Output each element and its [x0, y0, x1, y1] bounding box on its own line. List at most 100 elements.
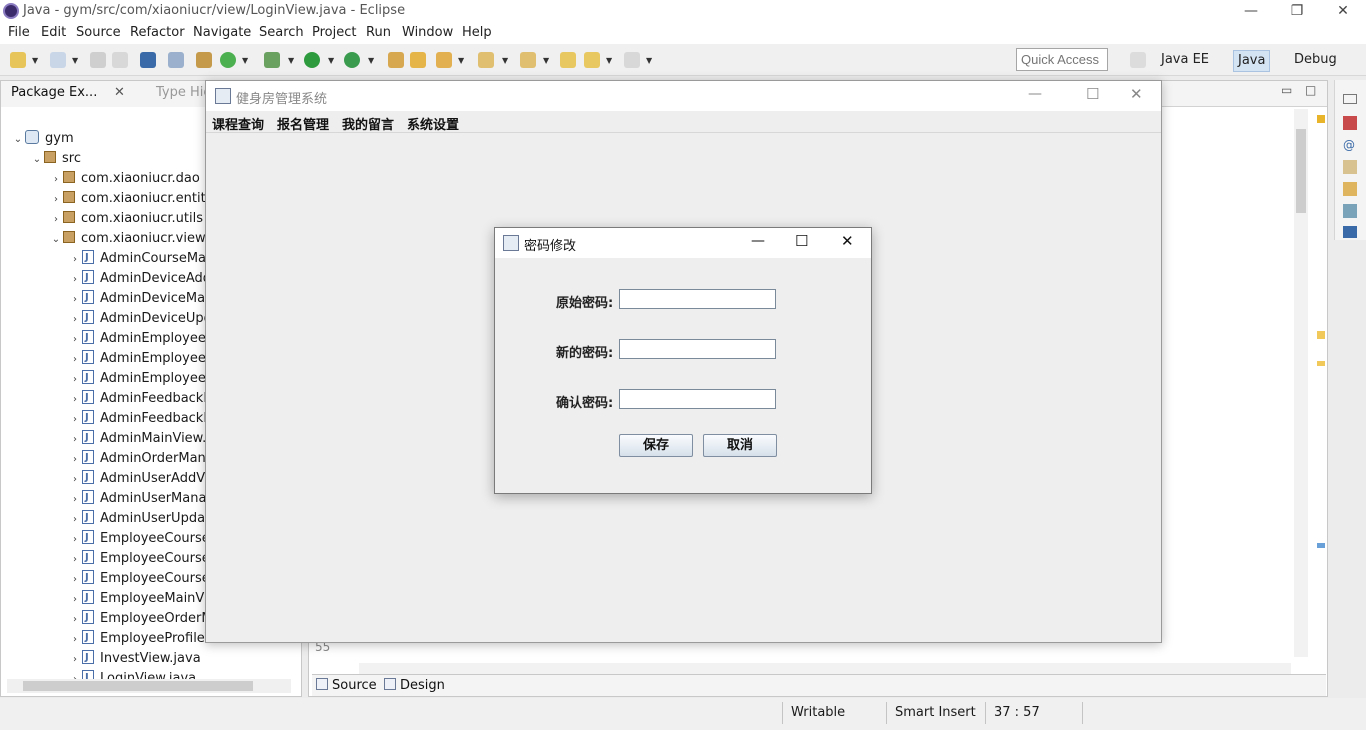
- expand-icon[interactable]: ›: [49, 190, 63, 210]
- tree-file[interactable]: › EmployeeCourse: [68, 528, 210, 550]
- tab-source[interactable]: Source: [316, 678, 377, 693]
- expand-icon[interactable]: ›: [49, 210, 63, 230]
- minimize-view-icon[interactable]: ▭: [1281, 83, 1292, 97]
- tree-file[interactable]: › AdminUserManag: [68, 488, 215, 510]
- tree-file[interactable]: › AdminFeedbackM: [68, 388, 215, 410]
- tree-file[interactable]: › AdminEmployeeU: [68, 368, 215, 389]
- expand-icon[interactable]: ›: [68, 350, 82, 370]
- tree-file[interactable]: › AdminEmployeeA: [68, 328, 215, 350]
- back-dropdown-icon[interactable]: ▼: [606, 56, 612, 65]
- vertical-scrollbar[interactable]: [1294, 109, 1308, 657]
- perspective-debug[interactable]: Debug: [1290, 50, 1341, 72]
- expand-icon[interactable]: ›: [68, 470, 82, 490]
- forward-icon[interactable]: [624, 52, 640, 68]
- external-tools-icon[interactable]: [344, 52, 360, 68]
- expand-icon[interactable]: ›: [68, 550, 82, 570]
- expand-icon[interactable]: ›: [68, 530, 82, 550]
- new-project-icon[interactable]: [50, 52, 66, 68]
- last-edit-icon[interactable]: [560, 52, 576, 68]
- next-annotation-icon[interactable]: [478, 52, 494, 68]
- project-dropdown-icon[interactable]: ▼: [72, 56, 78, 65]
- expand-icon[interactable]: ›: [68, 510, 82, 530]
- save-button[interactable]: 保存: [619, 434, 693, 457]
- back-icon[interactable]: [584, 52, 600, 68]
- menu-source[interactable]: Source: [76, 25, 121, 40]
- tools-dropdown-icon[interactable]: ▼: [368, 56, 374, 65]
- javadoc-icon[interactable]: @: [1343, 138, 1357, 152]
- tree-project[interactable]: ⌄ gym: [11, 129, 74, 149]
- tree-file[interactable]: › AdminDeviceAdd: [68, 268, 211, 289]
- quick-access-input[interactable]: [1016, 48, 1108, 71]
- tree-file[interactable]: › AdminUserUpdat: [68, 508, 210, 530]
- problems-icon[interactable]: [1343, 116, 1357, 130]
- expand-icon[interactable]: ›: [68, 590, 82, 610]
- pen-icon[interactable]: [436, 52, 452, 68]
- menu-search[interactable]: Search: [259, 25, 304, 40]
- tree-file[interactable]: › EmployeeCourse: [68, 548, 210, 570]
- tree-file[interactable]: › AdminOrderMan: [68, 448, 206, 469]
- overview-marker[interactable]: [1317, 115, 1325, 123]
- tree-file[interactable]: › AdminCourseMan: [68, 248, 214, 270]
- tree-file[interactable]: › AdminEmployeeM: [68, 348, 217, 370]
- gym-minimize-button[interactable]: —: [1028, 86, 1042, 102]
- tab-package-explorer[interactable]: Package Ex...: [11, 85, 97, 100]
- expand-icon[interactable]: ›: [68, 610, 82, 630]
- maximize-view-icon[interactable]: □: [1305, 83, 1316, 97]
- menu-project[interactable]: Project: [312, 25, 356, 40]
- expand-icon[interactable]: ›: [68, 630, 82, 650]
- expand-icon[interactable]: ›: [68, 290, 82, 310]
- tree-file[interactable]: › AdminDeviceMan: [68, 288, 213, 310]
- overview-marker[interactable]: [1317, 331, 1325, 339]
- expand-icon[interactable]: ›: [68, 570, 82, 590]
- expand-icon[interactable]: ›: [68, 330, 82, 350]
- tree-file[interactable]: › EmployeeCourse: [68, 568, 210, 590]
- menu-signup-management[interactable]: 报名管理: [277, 114, 329, 133]
- new-dropdown-icon[interactable]: ▼: [32, 56, 38, 65]
- save-icon[interactable]: [90, 52, 106, 68]
- menu-window[interactable]: Window: [402, 25, 453, 40]
- tree-file[interactable]: › LoginView.java: [68, 669, 196, 679]
- declaration-icon[interactable]: [1343, 160, 1357, 174]
- open-type-icon[interactable]: [388, 52, 404, 68]
- expand-icon[interactable]: ›: [68, 490, 82, 510]
- run-dropdown-icon[interactable]: ▼: [328, 56, 334, 65]
- menu-system-settings[interactable]: 系统设置: [407, 114, 459, 133]
- menu-my-messages[interactable]: 我的留言: [342, 114, 394, 133]
- pen-dropdown-icon[interactable]: ▼: [458, 56, 464, 65]
- expand-icon[interactable]: ›: [68, 390, 82, 410]
- expand-icon[interactable]: ›: [49, 170, 63, 190]
- collapse-icon[interactable]: ⌄: [11, 130, 25, 150]
- tree-file[interactable]: › EmployeeMainVie: [68, 588, 216, 610]
- menu-refactor[interactable]: Refactor: [130, 25, 185, 40]
- run-icon[interactable]: [304, 52, 320, 68]
- collapse-icon[interactable]: ⌄: [30, 150, 44, 170]
- tree-package[interactable]: › com.xiaoniucr.utils: [49, 209, 203, 229]
- tree-file[interactable]: › InvestView.java: [68, 648, 201, 669]
- expand-icon[interactable]: ›: [68, 250, 82, 270]
- perspective-java[interactable]: Java: [1233, 50, 1271, 72]
- gym-maximize-button[interactable]: ☐: [1086, 85, 1099, 103]
- menu-edit[interactable]: Edit: [41, 25, 66, 40]
- dialog-minimize-button[interactable]: —: [751, 233, 765, 249]
- collapse-icon[interactable]: ⌄: [49, 230, 63, 250]
- console-icon[interactable]: [140, 52, 156, 68]
- search-view-icon[interactable]: [1343, 182, 1357, 196]
- menu-course-query[interactable]: 课程查询: [212, 114, 264, 133]
- new-icon[interactable]: [10, 52, 26, 68]
- restore-view-icon[interactable]: [1343, 94, 1357, 104]
- expand-icon[interactable]: ›: [68, 430, 82, 450]
- overview-marker[interactable]: [1317, 361, 1325, 366]
- tree-file[interactable]: › AdminFeedbackR: [68, 408, 212, 429]
- overview-marker[interactable]: [1317, 543, 1325, 548]
- console-view-icon[interactable]: [1343, 226, 1357, 238]
- close-button[interactable]: ✕: [1320, 0, 1366, 22]
- dialog-maximize-button[interactable]: ☐: [795, 232, 808, 250]
- restore-button[interactable]: ❐: [1274, 0, 1320, 22]
- gym-close-button[interactable]: ✕: [1130, 85, 1143, 103]
- horizontal-scrollbar[interactable]: [7, 679, 291, 693]
- menu-help[interactable]: Help: [462, 25, 492, 40]
- forward-dropdown-icon[interactable]: ▼: [646, 56, 652, 65]
- open-folder-icon[interactable]: [410, 52, 426, 68]
- tab-design[interactable]: Design: [384, 678, 445, 693]
- tree-package[interactable]: › com.xiaoniucr.dao: [49, 169, 200, 189]
